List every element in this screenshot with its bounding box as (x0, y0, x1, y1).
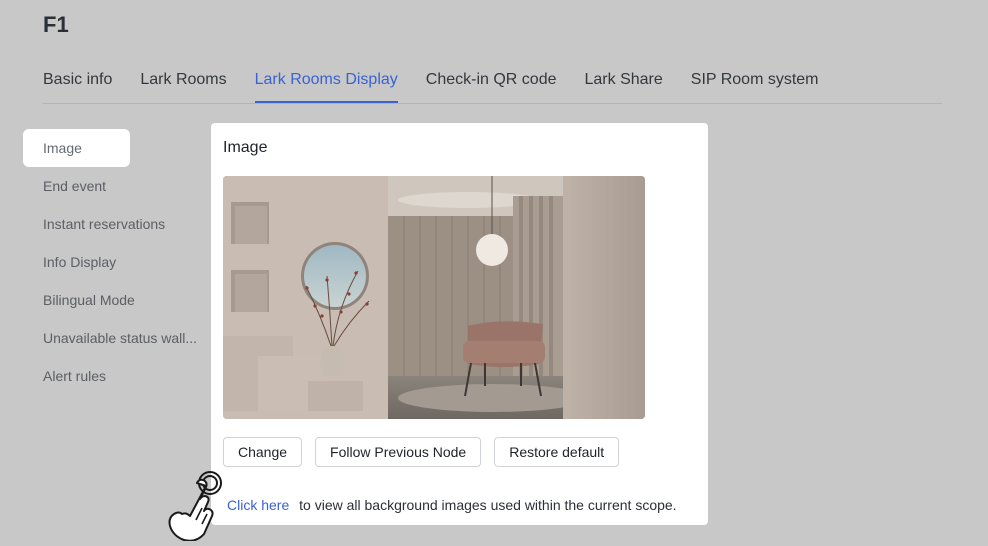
image-actions: Change Follow Previous Node Restore defa… (223, 437, 620, 467)
room-background-image (223, 176, 645, 419)
sidebar-item-instant-reservations[interactable]: Instant reservations (23, 205, 203, 243)
tab-sip-room-system[interactable]: SIP Room system (691, 62, 819, 102)
background-images-hint: Click here to view all background images… (227, 497, 677, 513)
sidebar-item-end-event[interactable]: End event (23, 167, 203, 205)
follow-previous-node-button[interactable]: Follow Previous Node (315, 437, 482, 467)
tab-bar: Basic info Lark Rooms Lark Rooms Display… (43, 62, 942, 104)
card-title: Image (223, 139, 268, 156)
sidebar-item-bilingual-mode[interactable]: Bilingual Mode (23, 281, 203, 319)
change-button[interactable]: Change (223, 437, 303, 467)
sidebar-item-unavailable-status-wallpaper[interactable]: Unavailable status wall... (23, 319, 203, 357)
tab-lark-share[interactable]: Lark Share (585, 62, 663, 102)
restore-default-button[interactable]: Restore default (494, 437, 620, 467)
tab-lark-rooms[interactable]: Lark Rooms (140, 62, 226, 102)
sidebar-item-image[interactable]: Image (23, 129, 130, 167)
sidebar-item-info-display[interactable]: Info Display (23, 243, 203, 281)
click-here-link[interactable]: Click here (227, 497, 289, 513)
background-image-preview (223, 176, 645, 419)
page-title: F1 (43, 12, 69, 37)
tab-lark-rooms-display[interactable]: Lark Rooms Display (254, 62, 398, 103)
image-settings-card: Image Change Follow Previous Node Restor… (211, 123, 708, 525)
tab-check-in-qr-code[interactable]: Check-in QR code (426, 62, 557, 102)
hint-text: to view all background images used withi… (299, 497, 677, 513)
sidebar-item-alert-rules[interactable]: Alert rules (23, 357, 203, 395)
pointing-hand-click-icon (160, 468, 232, 542)
sidebar: Image End event Instant reservations Inf… (23, 129, 203, 395)
tab-basic-info[interactable]: Basic info (43, 62, 112, 102)
